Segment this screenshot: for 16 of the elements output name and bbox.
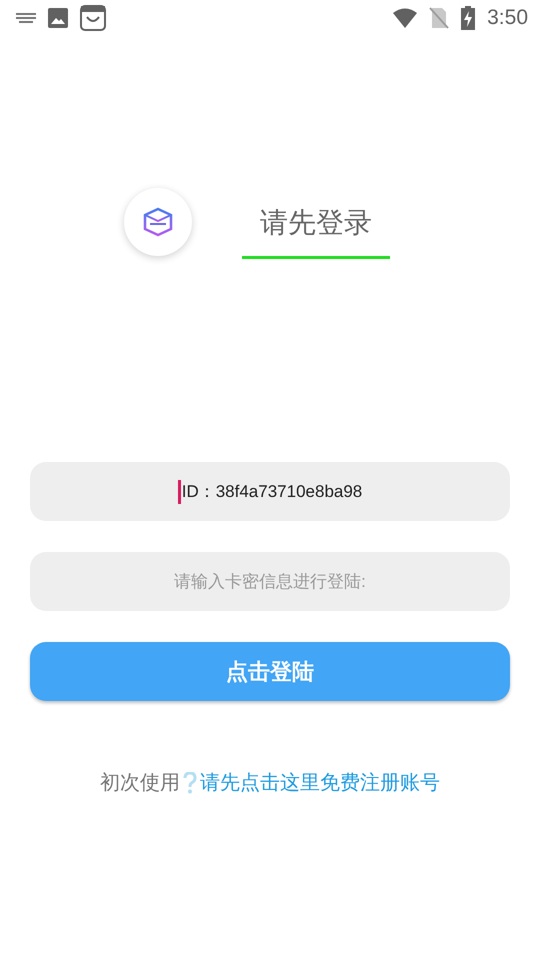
image-icon: [48, 8, 68, 28]
shopping-bag-icon: [80, 5, 106, 31]
text-cursor: [178, 480, 181, 504]
input-field[interactable]: 请输入卡密信息进行登陆:: [30, 552, 510, 611]
clock-time: 3:50: [487, 6, 528, 30]
keyboard-icon: [16, 12, 36, 24]
app-logo-icon: [124, 188, 192, 256]
register-link[interactable]: 请先点击这里免费注册账号: [200, 769, 440, 796]
input-field[interactable]: ID：38f4a73710e8ba98: [30, 462, 510, 521]
wifi-icon: [393, 8, 418, 28]
login-button[interactable]: 点击登陆: [30, 642, 510, 701]
battery-charging-icon: [461, 6, 476, 30]
first-use-text: 初次使用: [100, 769, 180, 796]
no-sim-icon: [429, 7, 450, 29]
screen-title: 请先登录: [259, 205, 373, 241]
question-icon: [183, 772, 197, 794]
